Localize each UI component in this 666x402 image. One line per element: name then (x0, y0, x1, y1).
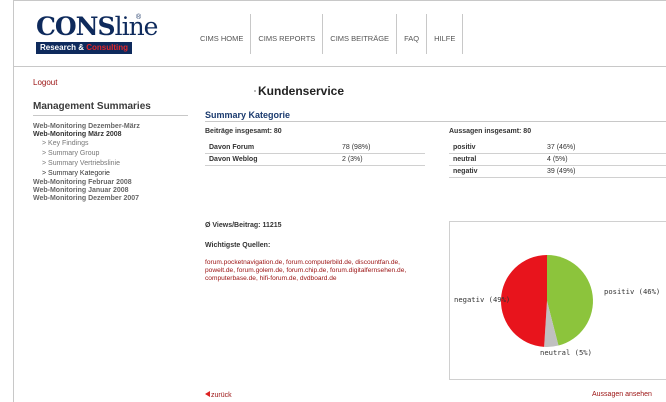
pie-slice-label: positiv (46%) (604, 287, 660, 296)
sidebar-divider (33, 115, 188, 116)
sidebar-subitem[interactable]: > Summary Kategorie (33, 169, 140, 179)
aussagen-ansehen-link[interactable]: Aussagen ansehen (592, 391, 652, 398)
logo-tagline-a: Research & (40, 43, 87, 52)
sources-heading: Wichtigste Quellen: (205, 242, 271, 249)
logo-registered-mark: ® (136, 14, 142, 21)
logout-link[interactable]: Logout (33, 78, 57, 87)
table-cell-value: 4 (5%) (543, 153, 666, 166)
sidebar-subitem[interactable]: > Summary Group (33, 149, 140, 159)
sidebar-title: Management Summaries (33, 101, 151, 112)
table-row: Davon Weblog 2 (3%) (205, 153, 425, 166)
table-cell-value: 2 (3%) (338, 153, 425, 166)
table-cell-label: positiv (449, 142, 543, 154)
table-row: neutral 4 (5%) (449, 153, 666, 166)
sidebar-menu: Web-Monitoring Dezember-März Web-Monitori… (33, 123, 140, 203)
table-cell-value: 39 (49%) (543, 165, 666, 178)
table-cell-label: neutral (449, 153, 543, 166)
table-cell-value: 78 (98%) (338, 142, 425, 154)
table-row: Davon Forum 78 (98%) (205, 142, 425, 154)
nav-faq[interactable]: FAQ (397, 14, 428, 54)
aussagen-heading: Aussagen insgesamt: 80 (449, 128, 532, 135)
sidebar-item[interactable]: Web-Monitoring Februar 2008 (33, 179, 140, 187)
aussagen-table: positiv 37 (46%) neutral 4 (5%) negativ … (449, 142, 666, 178)
top-nav: CIMS HOME CIMS REPORTS CIMS BEITRÄGE FAQ… (196, 14, 464, 54)
section-title: Summary Kategorie (205, 110, 291, 120)
logo-tagline: Research & Consulting (36, 42, 132, 54)
section-divider (205, 121, 666, 122)
table-cell-value: 37 (46%) (543, 142, 666, 154)
views-per-post: Ø Views/Beitrag: 11215 (205, 222, 282, 229)
header-divider (14, 66, 666, 67)
pie-slice-label: neutral (5%) (540, 348, 592, 357)
consline-logo[interactable]: CONSline ® Research & Consulting (36, 12, 158, 58)
table-cell-label: Davon Weblog (205, 153, 338, 166)
pie-slice-label: negativ (49%) (454, 295, 510, 304)
table-row: negativ 39 (49%) (449, 165, 666, 178)
table-row: positiv 37 (46%) (449, 142, 666, 154)
sidebar-subitem[interactable]: > Key Findings (33, 139, 140, 149)
logo-tagline-b: Consulting (86, 43, 129, 52)
table-cell-label: Davon Forum (205, 142, 338, 154)
nav-cims-reports[interactable]: CIMS REPORTS (251, 14, 324, 54)
nav-cims-home[interactable]: CIMS HOME (196, 14, 252, 54)
beitraege-table: Davon Forum 78 (98%) Davon Weblog 2 (3%) (205, 142, 425, 166)
sidebar-item[interactable]: Web-Monitoring Dezember-März (33, 123, 140, 131)
nav-cims-beitraege[interactable]: CIMS BEITRÄGE (323, 14, 398, 54)
nav-hilfe[interactable]: HILFE (427, 14, 464, 54)
page-title: Kundenservice (258, 84, 345, 98)
sentiment-pie-chart: positiv (46%) neutral (5%) negativ (49%) (449, 221, 666, 380)
pie-chart-svg: positiv (46%) neutral (5%) negativ (49%) (454, 255, 660, 357)
back-link[interactable]: zurück (205, 391, 232, 399)
heading-bullet (254, 90, 256, 92)
logo-word-a: CONS (36, 12, 116, 41)
sources-list[interactable]: forum.pocketnavigation.de, forum.compute… (205, 259, 420, 283)
sidebar-item[interactable]: Web-Monitoring Dezember 2007 (33, 195, 140, 203)
sidebar-subitem[interactable]: > Summary Vertriebslinie (33, 159, 140, 169)
back-arrow-icon (205, 391, 210, 397)
sidebar-item[interactable]: Web-Monitoring März 2008 (33, 131, 140, 139)
sidebar-item[interactable]: Web-Monitoring Januar 2008 (33, 187, 140, 195)
table-cell-label: negativ (449, 165, 543, 178)
back-link-label: zurück (211, 392, 232, 399)
beitraege-heading: Beiträge insgesamt: 80 (205, 128, 282, 135)
